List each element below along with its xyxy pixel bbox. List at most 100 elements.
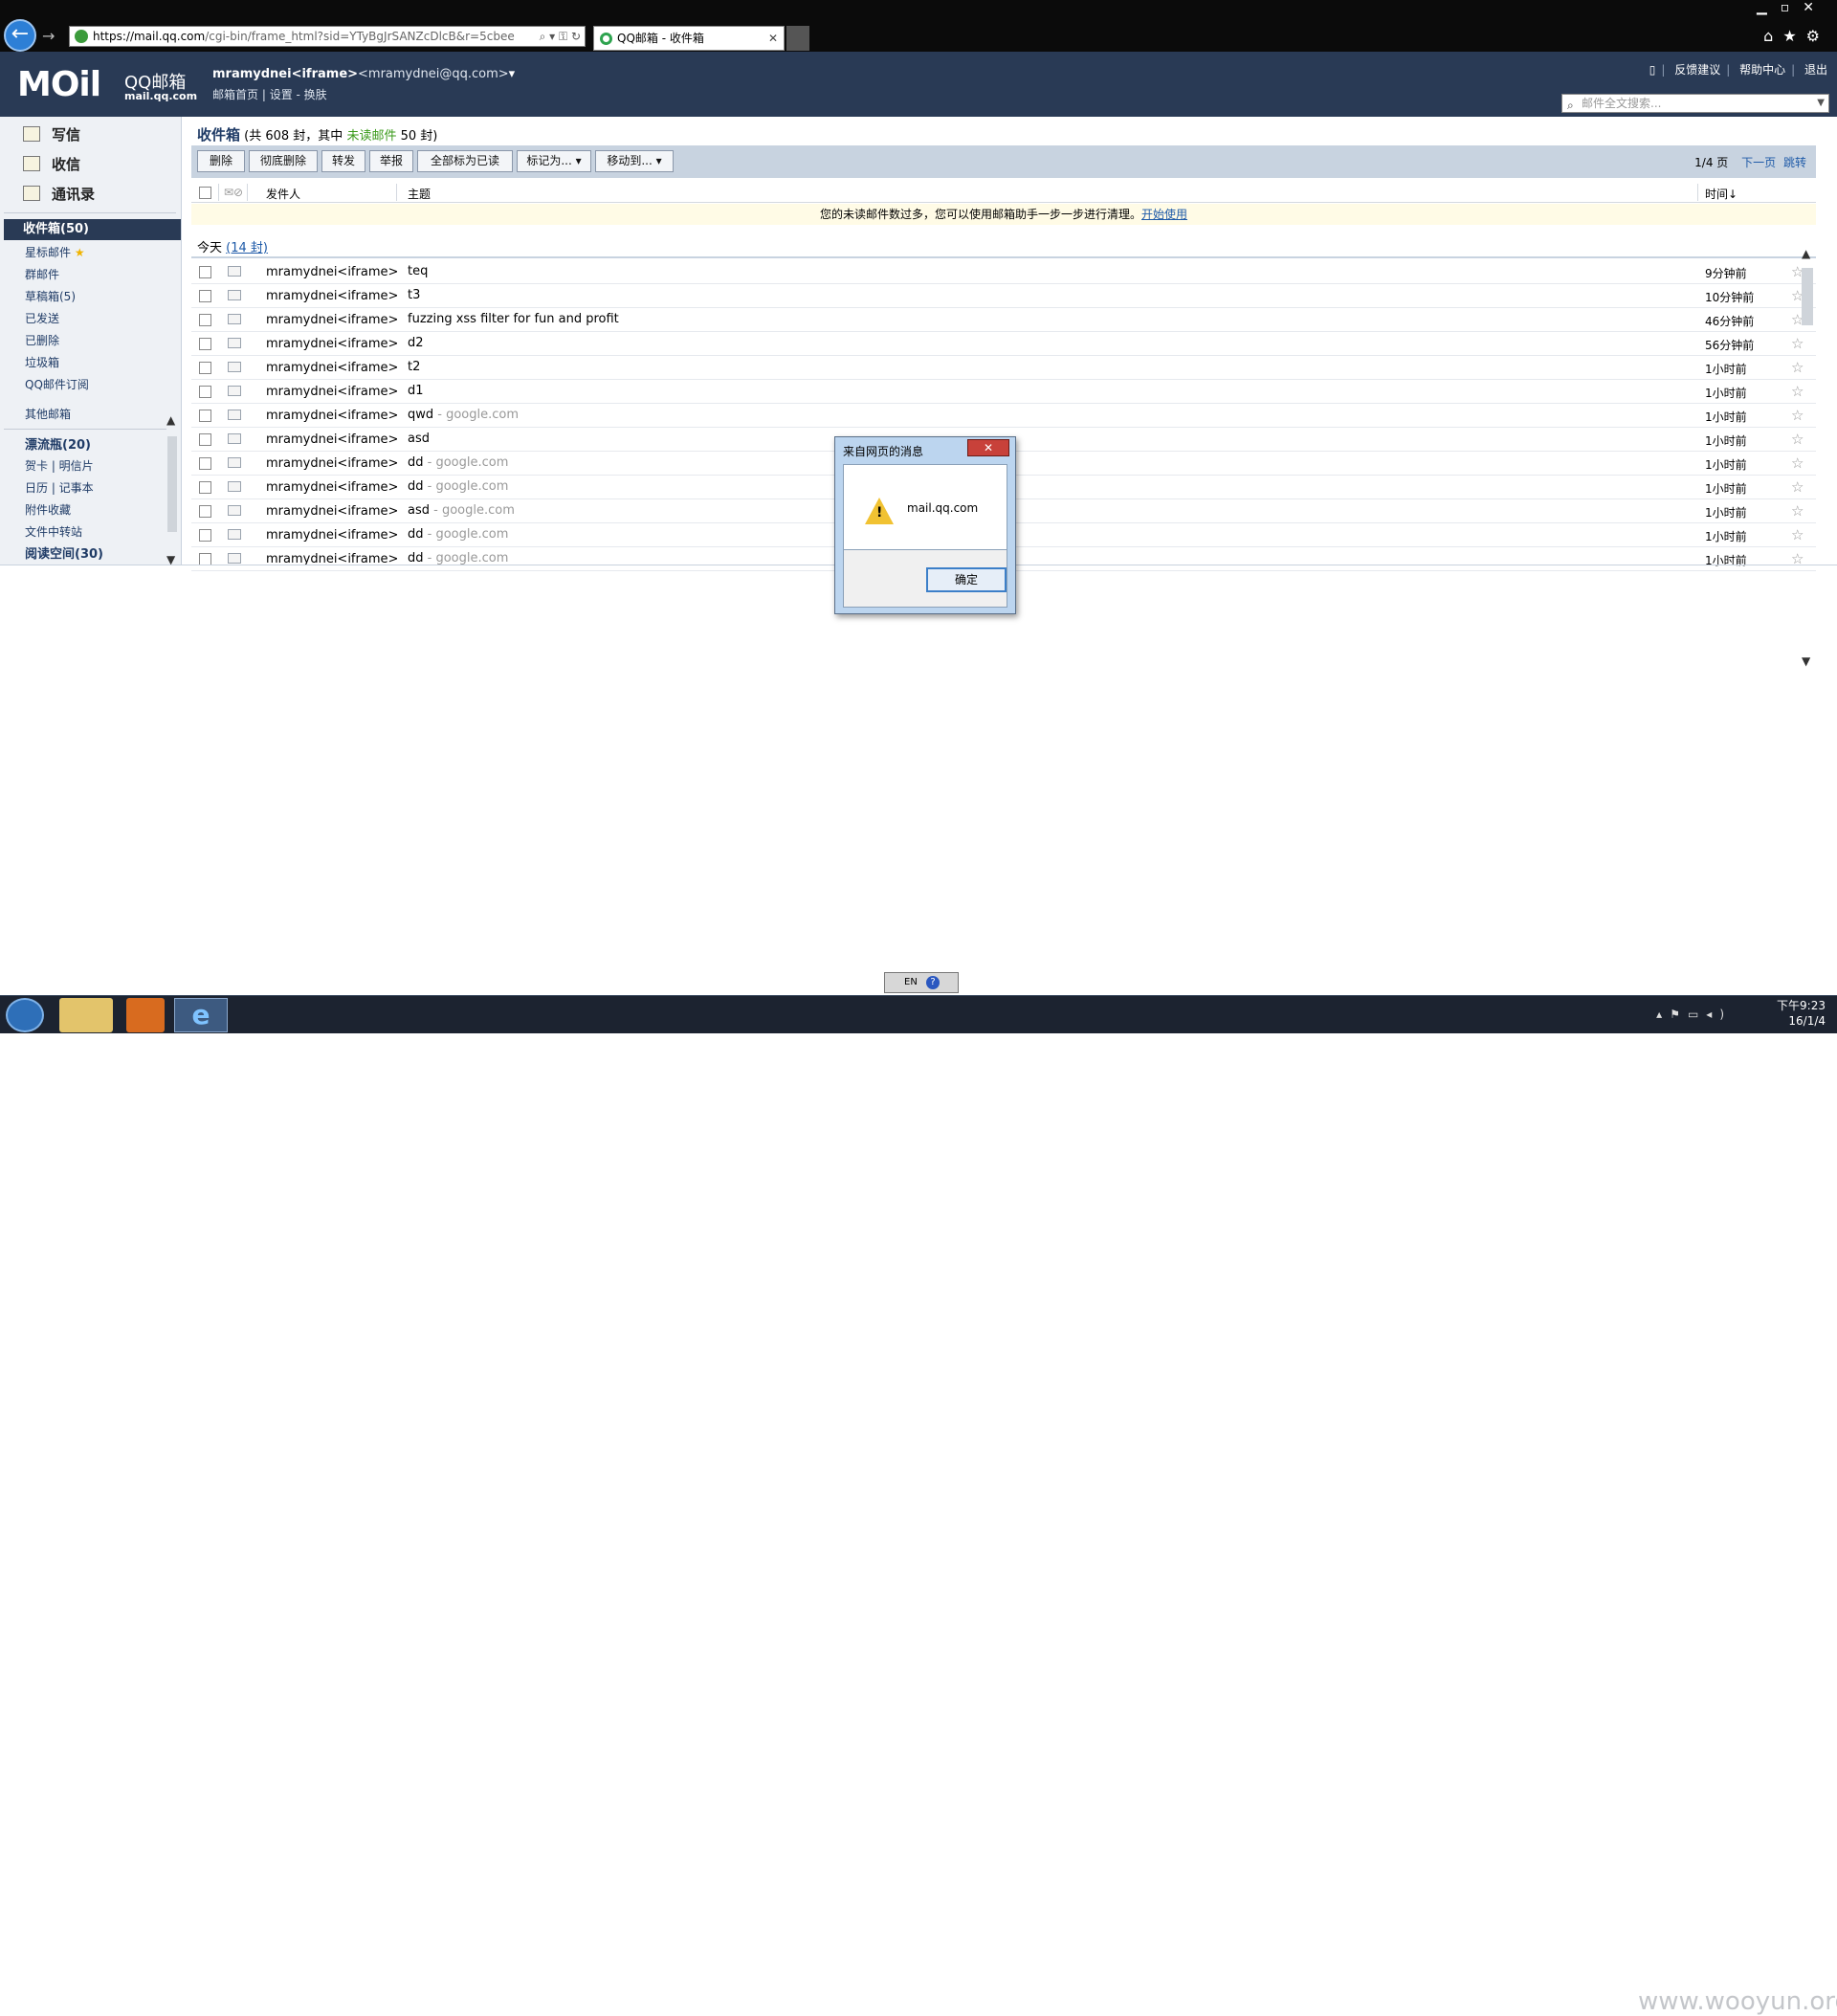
row-subject[interactable]: dd - google.com xyxy=(408,527,508,542)
scroll-down-icon[interactable]: ▼ xyxy=(1802,654,1810,668)
sidebar-item-deleted[interactable]: 已删除 xyxy=(25,332,59,348)
system-tray-icons[interactable]: ▴⚑▭◂) xyxy=(1656,1008,1732,1021)
row-from[interactable]: mramydnei<iframe> xyxy=(266,528,398,543)
sidebar-item-inbox[interactable]: 收件箱(50) xyxy=(4,219,181,240)
forward-button[interactable]: → xyxy=(42,27,55,45)
taskbar-media-player-icon[interactable] xyxy=(126,998,165,1032)
taskbar-ie-icon[interactable]: e xyxy=(174,998,228,1032)
row-checkbox[interactable] xyxy=(199,457,211,470)
sidebar-item-spam[interactable]: 垃圾箱 xyxy=(25,354,59,370)
taskbar-explorer-icon[interactable] xyxy=(59,998,113,1032)
tray-clock[interactable]: 下午9:23 16/1/4 xyxy=(1777,998,1826,1029)
ime-help-icon[interactable]: ? xyxy=(926,976,940,989)
address-bar[interactable]: https://mail.qq.com/cgi-bin/frame_html?s… xyxy=(69,26,586,47)
sidebar-item-starred[interactable]: 星标邮件 ★ xyxy=(25,244,85,260)
ok-button[interactable]: 确定 xyxy=(926,567,1007,592)
row-checkbox[interactable] xyxy=(199,433,211,446)
link-mail-home[interactable]: 邮箱首页 xyxy=(212,88,258,101)
row-subject[interactable]: dd - google.com xyxy=(408,551,508,565)
notice-start-link[interactable]: 开始使用 xyxy=(1141,208,1187,221)
row-from[interactable]: mramydnei<iframe> xyxy=(266,313,398,327)
row-subject[interactable]: t3 xyxy=(408,288,420,302)
scroll-up-icon[interactable]: ▲ xyxy=(1802,247,1810,260)
row-subject[interactable]: asd - google.com xyxy=(408,503,515,518)
row-checkbox[interactable] xyxy=(199,481,211,494)
link-settings[interactable]: 设置 xyxy=(270,88,293,101)
link-logout[interactable]: 退出 xyxy=(1804,63,1827,77)
row-subject[interactable]: qwd - google.com xyxy=(408,408,519,422)
table-row[interactable]: mramydnei<iframe> t3 10分钟前 ☆ xyxy=(191,284,1816,308)
select-all-checkbox[interactable] xyxy=(199,187,211,199)
row-subject[interactable]: dd - google.com xyxy=(408,479,508,494)
mark-all-read-button[interactable]: 全部标为已读 xyxy=(417,150,513,172)
move-to-dropdown[interactable]: 移动到... ▾ xyxy=(595,150,674,172)
table-row[interactable]: mramydnei<iframe> d1 1小时前 ☆ xyxy=(191,380,1816,404)
address-tools-icon[interactable]: ⌕ ▾ ⚿ ↻ xyxy=(535,27,581,46)
row-subject[interactable]: asd xyxy=(408,432,430,446)
sidebar-contacts[interactable]: 通讯录 xyxy=(23,184,95,204)
sidebar-item-cards[interactable]: 贺卡 | 明信片 xyxy=(25,457,94,474)
pager-next-link[interactable]: 下一页 xyxy=(1741,156,1776,169)
link-skin[interactable]: 换肤 xyxy=(304,88,327,101)
row-subject[interactable]: dd - google.com xyxy=(408,455,508,470)
row-from[interactable]: mramydnei<iframe> xyxy=(266,456,398,471)
sidebar-item-drafts[interactable]: 草稿箱(5) xyxy=(25,288,76,304)
col-from[interactable]: 发件人 xyxy=(266,186,300,202)
tab-close-icon[interactable]: ✕ xyxy=(768,27,778,50)
sidebar-item-reading-space[interactable]: 阅读空间(30) xyxy=(25,543,103,562)
sidebar-item-calendar[interactable]: 日历 | 记事本 xyxy=(25,479,94,496)
row-checkbox[interactable] xyxy=(199,266,211,278)
report-button[interactable]: 举报 xyxy=(369,150,413,172)
start-button-icon[interactable] xyxy=(6,998,44,1032)
delete-permanently-button[interactable]: 彻底删除 xyxy=(249,150,318,172)
row-subject[interactable]: d2 xyxy=(408,336,424,350)
table-row[interactable]: mramydnei<iframe> fuzzing xss filter for … xyxy=(191,308,1816,332)
pager-jump-link[interactable]: 跳转 xyxy=(1783,156,1806,169)
qq-mail-logo[interactable]: MOil QQ邮箱 mail.qq.com xyxy=(17,65,197,104)
sidebar-item-other-mailboxes[interactable]: 其他邮箱 xyxy=(25,406,71,422)
ime-language-bar[interactable]: EN ? xyxy=(884,972,959,993)
row-checkbox[interactable] xyxy=(199,290,211,302)
sidebar-item-subscriptions[interactable]: QQ邮件订阅 xyxy=(25,376,89,392)
row-checkbox[interactable] xyxy=(199,386,211,398)
row-from[interactable]: mramydnei<iframe> xyxy=(266,361,398,375)
row-from[interactable]: mramydnei<iframe> xyxy=(266,289,398,303)
sidebar-item-group[interactable]: 群邮件 xyxy=(25,266,59,282)
mail-list-scrollbar[interactable]: ▲ ▼ xyxy=(1799,247,1816,668)
row-checkbox[interactable] xyxy=(199,410,211,422)
row-from[interactable]: mramydnei<iframe> xyxy=(266,432,398,447)
account-caret-icon[interactable]: ▾ xyxy=(509,67,516,81)
row-checkbox[interactable] xyxy=(199,529,211,542)
col-time[interactable]: 时间↓ xyxy=(1705,186,1737,202)
group-count-link[interactable]: (14 封) xyxy=(226,241,268,255)
mail-search-input[interactable]: ⌕ 邮件全文搜索... ▼ xyxy=(1561,94,1829,113)
search-dropdown-icon[interactable]: ▼ xyxy=(1817,95,1825,112)
user-account[interactable]: mramydnei<iframe><mramydnei@qq.com>▾ xyxy=(212,67,515,81)
row-subject[interactable]: fuzzing xss filter for fun and profit xyxy=(408,312,619,326)
link-help[interactable]: 帮助中心 xyxy=(1739,63,1785,77)
sidebar-scrollbar[interactable]: ▲ ▼ xyxy=(165,413,180,566)
scroll-up-icon[interactable]: ▲ xyxy=(166,413,175,427)
scroll-thumb[interactable] xyxy=(167,436,177,532)
sidebar-item-attachments[interactable]: 附件收藏 xyxy=(25,501,71,518)
back-button[interactable]: ← xyxy=(4,19,36,52)
link-feedback[interactable]: 反馈建议 xyxy=(1674,63,1720,77)
row-from[interactable]: mramydnei<iframe> xyxy=(266,265,398,279)
sidebar-receive[interactable]: 收信 xyxy=(23,154,80,174)
sidebar-item-sent[interactable]: 已发送 xyxy=(25,310,59,326)
row-subject[interactable]: d1 xyxy=(408,384,424,398)
sidebar-compose[interactable]: 写信 xyxy=(23,124,80,144)
row-checkbox[interactable] xyxy=(199,338,211,350)
row-from[interactable]: mramydnei<iframe> xyxy=(266,480,398,495)
phone-icon[interactable]: ▯ xyxy=(1649,63,1656,77)
row-from[interactable]: mramydnei<iframe> xyxy=(266,504,398,519)
table-row[interactable]: mramydnei<iframe> t2 1小时前 ☆ xyxy=(191,356,1816,380)
row-subject[interactable]: t2 xyxy=(408,360,420,374)
row-from[interactable]: mramydnei<iframe> xyxy=(266,409,398,423)
unread-link[interactable]: 未读邮件 xyxy=(346,129,396,144)
row-checkbox[interactable] xyxy=(199,314,211,326)
sidebar-item-file-transfer[interactable]: 文件中转站 xyxy=(25,523,82,540)
mark-as-dropdown[interactable]: 标记为... ▾ xyxy=(517,150,591,172)
new-tab-button[interactable] xyxy=(786,26,809,51)
table-row[interactable]: mramydnei<iframe> teq 9分钟前 ☆ xyxy=(191,260,1816,284)
